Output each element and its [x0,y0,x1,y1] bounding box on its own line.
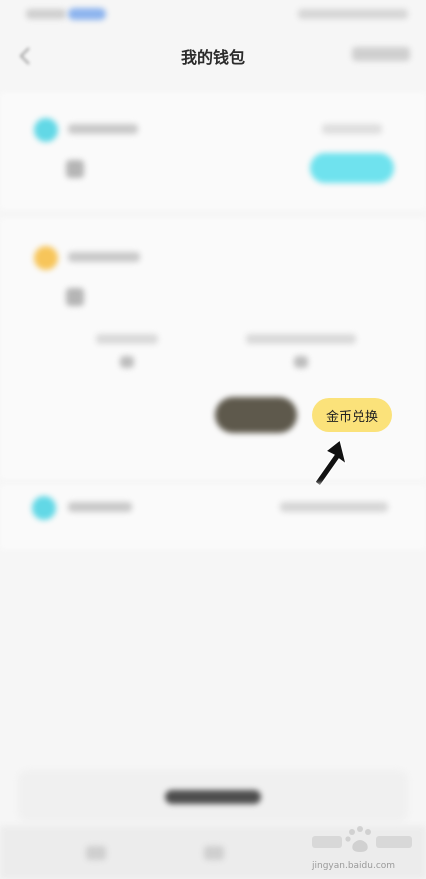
nav-home-button[interactable] [204,846,224,860]
cyan-card-link[interactable] [322,124,382,134]
gold-card-title [68,252,140,262]
balance-card-third [0,484,426,550]
balance-card-gold [0,218,426,480]
header: 我的钱包 [0,30,426,82]
status-pill [68,8,106,20]
gold-secondary-button[interactable] [215,397,297,433]
gold-coin-icon [34,246,58,270]
status-time [26,9,66,19]
status-icons [298,9,408,19]
cyan-card-value [66,160,84,178]
gold-stat-label-1 [96,334,158,344]
gold-stat-label-2 [246,334,356,344]
header-right-action[interactable] [352,47,410,61]
balance-card-cyan [0,92,426,210]
cyan-action-button[interactable] [310,153,394,183]
watermark-url: jingyan.baidu.com [312,861,396,871]
gold-stat-value-2 [294,356,308,368]
nav-back-button[interactable] [86,846,106,860]
gold-stat-value-1 [120,356,134,368]
third-coin-icon [32,496,56,520]
status-bar [0,0,426,30]
gold-card-value [66,288,84,306]
bottom-action-button[interactable] [165,790,261,804]
pointer-arrow-icon [314,438,347,487]
cyan-coin-icon [34,118,58,142]
coin-exchange-button[interactable]: 金币兑换 [312,398,392,432]
cyan-card-title [68,124,138,134]
third-card-link[interactable] [280,502,388,512]
third-card-title [68,502,132,512]
